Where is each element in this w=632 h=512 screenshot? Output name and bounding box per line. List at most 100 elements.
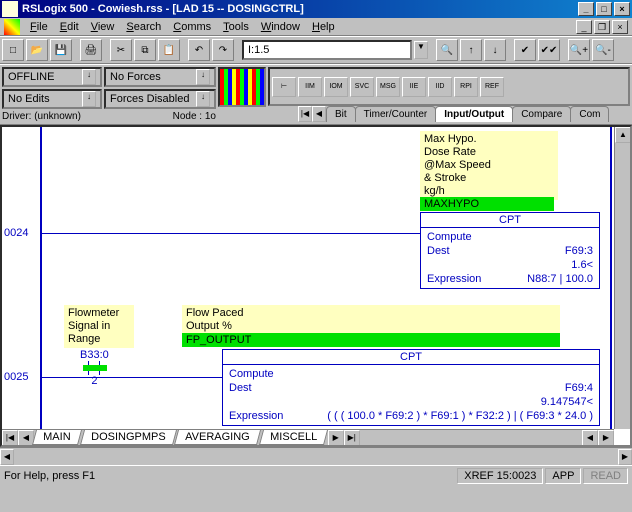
print-button[interactable]: 🖨 — [80, 39, 102, 61]
maximize-button[interactable]: □ — [596, 2, 612, 16]
xic-contact[interactable]: B33:0 2 — [80, 349, 109, 387]
instruction-iie[interactable]: IIE — [402, 77, 426, 97]
left-rail — [40, 127, 42, 445]
menu-help[interactable]: Help — [306, 21, 341, 33]
instruction-ref[interactable]: REF — [480, 77, 504, 97]
cpt-instruction[interactable]: CPT Compute DestF69:4 9.147547< Expressi… — [222, 349, 600, 426]
cpt-header: CPT — [421, 213, 599, 228]
copy-button[interactable]: ⧉ — [134, 39, 156, 61]
cpt-instruction[interactable]: CPT Compute DestF69:3 1.6< ExpressionN88… — [420, 212, 600, 289]
forces-status: No Forces↓ — [104, 67, 216, 87]
address-dropdown[interactable]: ▼ — [414, 41, 428, 59]
menu-comms[interactable]: Comms — [167, 21, 217, 33]
menu-edit[interactable]: Edit — [54, 21, 85, 33]
type-tab-com[interactable]: Com — [570, 106, 609, 122]
rung-wire — [42, 377, 222, 378]
goto-next-button[interactable]: ↓ — [484, 39, 506, 61]
cpt-header: CPT — [223, 350, 599, 365]
rung-out-comment: Flow Paced Output % — [182, 305, 560, 335]
type-tab-inputoutput[interactable]: Input/Output — [435, 106, 513, 122]
driver-label: Driver: (unknown) — [2, 111, 81, 122]
horizontal-scrollbar[interactable]: |◀ ◀ MAINDOSINGPMPSAVERAGINGMISCELL ▶ ▶|… — [2, 429, 614, 445]
symbol-tag: FP_OUTPUT — [182, 333, 560, 347]
goto-prev-button[interactable]: ↑ — [460, 39, 482, 61]
edits-status: No Edits↓ — [2, 89, 102, 109]
type-tab-timercounter[interactable]: Timer/Counter — [355, 106, 437, 122]
zoom-out-button[interactable]: 🔍- — [592, 39, 614, 61]
rung-number: 0025 — [4, 371, 28, 383]
open-button[interactable]: 📂 — [26, 39, 48, 61]
statusbar: For Help, press F1 XREF 15:0023 APP READ — [0, 465, 632, 485]
app-icon — [2, 1, 18, 17]
instruction-iim[interactable]: IIM — [298, 77, 322, 97]
menu-search[interactable]: Search — [120, 21, 167, 33]
forces-menu[interactable]: ↓ — [196, 69, 210, 85]
node-label: Node : 1o — [173, 111, 216, 122]
scroll-up[interactable]: ▲ — [615, 127, 631, 143]
find-button[interactable]: 🔍 — [436, 39, 458, 61]
app-cell: APP — [545, 468, 581, 484]
address-box[interactable] — [242, 40, 412, 60]
edits-menu[interactable]: ↓ — [82, 91, 96, 107]
verify-project-button[interactable]: ✔✔ — [538, 39, 560, 61]
mode-menu[interactable]: ↓ — [82, 69, 96, 85]
child-minimize-button[interactable]: _ — [576, 20, 592, 34]
histogram-icon[interactable] — [218, 67, 266, 107]
tabs-first[interactable]: |◀ — [298, 106, 312, 122]
mode-status: OFFLINE↓ — [2, 67, 102, 87]
instruction-rpi[interactable]: RPI — [454, 77, 478, 97]
right-rail — [610, 127, 612, 445]
child-scroll-right[interactable]: ▶ — [618, 449, 632, 465]
cpt-title: Compute — [229, 367, 593, 381]
menu-file[interactable]: File — [24, 21, 54, 33]
child-restore-button[interactable]: ❐ — [594, 20, 610, 34]
instruction-msg[interactable]: MSG — [376, 77, 400, 97]
address-input[interactable] — [248, 44, 406, 56]
cpt-title: Compute — [427, 230, 593, 244]
child-app-icon[interactable] — [4, 19, 20, 35]
rung-side-comment: Flowmeter Signal in Range — [64, 305, 134, 348]
menubar: FileEditViewSearchCommsToolsWindowHelp _… — [0, 18, 632, 36]
routine-tab-main[interactable]: MAIN — [32, 430, 82, 445]
routine-tab-dosingpmps[interactable]: DOSINGPMPS — [79, 430, 176, 445]
routine-tab-averaging[interactable]: AVERAGING — [174, 430, 261, 445]
child-close-button[interactable]: × — [612, 20, 628, 34]
menu-view[interactable]: View — [85, 21, 121, 33]
app-titlebar: RSLogix 500 - Cowiesh.rss - [LAD 15 -- D… — [0, 0, 632, 18]
save-button[interactable]: 💾 — [50, 39, 72, 61]
close-button[interactable]: × — [614, 2, 630, 16]
routine-tab-miscell[interactable]: MISCELL — [259, 430, 328, 445]
tabs-prev[interactable]: ◀ — [312, 106, 326, 122]
forces-disabled-menu[interactable]: ↓ — [196, 91, 210, 107]
instruction-iom[interactable]: IOM — [324, 77, 348, 97]
rung-wire — [42, 233, 422, 234]
instruction-iid[interactable]: IID — [428, 77, 452, 97]
zoom-in-button[interactable]: 🔍+ — [568, 39, 590, 61]
btab-first[interactable]: |◀ — [2, 430, 18, 446]
btab-next[interactable]: ▶ — [328, 430, 344, 446]
redo-button[interactable]: ↷ — [212, 39, 234, 61]
menu-window[interactable]: Window — [255, 21, 306, 33]
undo-button[interactable]: ↶ — [188, 39, 210, 61]
type-tab-bit[interactable]: Bit — [326, 106, 356, 122]
rung-new-icon[interactable]: ⊢ — [272, 77, 296, 97]
btab-last[interactable]: ▶| — [344, 430, 360, 446]
child-scroll-left[interactable]: ◀ — [0, 449, 14, 465]
instruction-svc[interactable]: SVC — [350, 77, 374, 97]
help-text: For Help, press F1 — [4, 470, 95, 482]
new-button[interactable]: □ — [2, 39, 24, 61]
verify-button[interactable]: ✔ — [514, 39, 536, 61]
paste-button[interactable]: 📋 — [158, 39, 180, 61]
vertical-scrollbar[interactable]: ▲ — [614, 127, 630, 429]
scroll-left[interactable]: ◀ — [582, 430, 598, 446]
scroll-right[interactable]: ▶ — [598, 430, 614, 446]
read-cell: READ — [583, 468, 628, 484]
toolbar-main: □ 📂 💾 🖨 ✂ ⧉ 📋 ↶ ↷ ▼ 🔍 ↑ ↓ ✔ ✔✔ 🔍+ 🔍- — [0, 36, 632, 64]
minimize-button[interactable]: _ — [578, 2, 594, 16]
cut-button[interactable]: ✂ — [110, 39, 132, 61]
xref-cell: XREF 15:0023 — [457, 468, 543, 484]
ladder-view: 0024 Max Hypo. Dose Rate @Max Speed & St… — [0, 125, 632, 447]
rung-number: 0024 — [4, 227, 28, 239]
type-tab-compare[interactable]: Compare — [512, 106, 571, 122]
menu-tools[interactable]: Tools — [217, 21, 255, 33]
